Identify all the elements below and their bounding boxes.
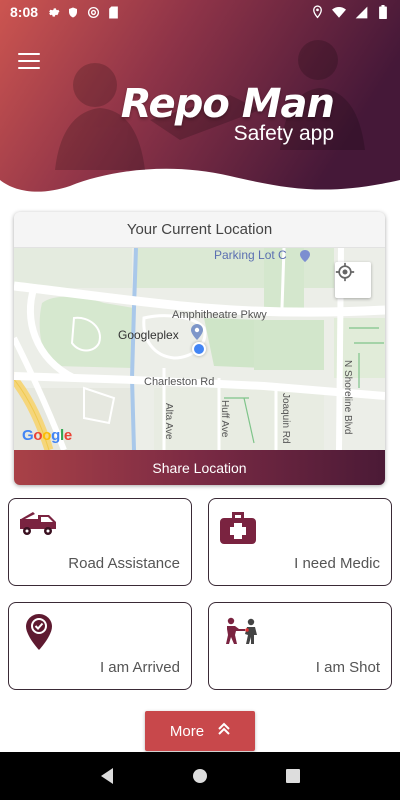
- hamburger-menu-button[interactable]: [16, 50, 42, 72]
- recents-icon: [286, 769, 301, 783]
- map-label-joaquin: Joaquin Rd: [280, 393, 291, 444]
- first-aid-kit-icon: [219, 511, 257, 550]
- my-location-button[interactable]: [335, 262, 371, 298]
- google-logo-letter: G: [22, 427, 34, 444]
- map-pin-check-icon: [25, 613, 53, 656]
- back-button[interactable]: [87, 756, 127, 796]
- google-logo-letter: g: [51, 427, 60, 444]
- home-icon: [192, 769, 207, 783]
- shot-label: I am Shot: [315, 659, 380, 676]
- recents-button[interactable]: [273, 756, 313, 796]
- home-button[interactable]: [180, 756, 220, 796]
- menu-line: [18, 67, 40, 69]
- shot-card[interactable]: I am Shot: [208, 602, 392, 690]
- more-button[interactable]: More: [145, 711, 255, 751]
- medic-card[interactable]: I need Medic: [208, 498, 392, 586]
- medic-label: I need Medic: [294, 555, 380, 572]
- location-card-title: Your Current Location: [14, 212, 385, 248]
- map-label-huff: Huff Ave: [219, 400, 230, 438]
- battery-icon: [376, 5, 390, 19]
- shield-icon: [66, 5, 80, 19]
- app-screen: Repo Man Safety app 8:08 Your Current Lo…: [0, 0, 400, 800]
- crosshair-icon: [335, 262, 355, 282]
- map-label-shoreline: N Shoreline Blvd: [342, 360, 353, 435]
- google-logo: Google: [22, 427, 72, 444]
- arrived-card[interactable]: I am Arrived: [8, 602, 192, 690]
- location-pin-icon: [310, 5, 324, 19]
- google-logo-letter: e: [63, 427, 72, 444]
- map-view[interactable]: Parking Lot C Amphitheatre Pkwy Googlepl…: [14, 248, 385, 450]
- sd-card-icon: [106, 5, 120, 19]
- back-icon: [100, 768, 113, 784]
- map-label-charleston: Charleston Rd: [144, 376, 215, 388]
- tow-truck-icon: [19, 511, 59, 542]
- google-logo-letter: o: [42, 427, 52, 444]
- map-label-parking: Parking Lot C: [214, 248, 287, 262]
- map-label-amphitheatre: Amphitheatre Pkwy: [172, 309, 267, 321]
- gear-icon: [46, 5, 60, 19]
- google-logo-letter: o: [33, 427, 43, 444]
- map-label-alta: Alta Ave: [163, 403, 174, 440]
- app-brand: Repo Man Safety app: [120, 81, 335, 146]
- location-card: Your Current Location Parking Lot C Amph…: [14, 212, 385, 485]
- app-title: Repo Man: [120, 81, 335, 127]
- status-bar: 8:08: [0, 0, 400, 24]
- more-button-label: More: [169, 722, 205, 740]
- arrived-label: I am Arrived: [99, 659, 180, 676]
- app-header: Repo Man Safety app: [0, 0, 400, 200]
- map-label-googleplex: Googleplex: [118, 328, 179, 342]
- road-assistance-card[interactable]: Road Assistance: [8, 498, 192, 586]
- menu-line: [18, 53, 40, 55]
- status-time: 8:08: [10, 4, 39, 20]
- road-assistance-label: Road Assistance: [68, 555, 180, 572]
- at-icon: [86, 5, 100, 19]
- share-location-button[interactable]: Share Location: [14, 450, 385, 485]
- shooter-icon: [223, 617, 259, 650]
- map-poi-pin-icon: [300, 250, 310, 262]
- signal-icon: [354, 5, 368, 19]
- current-location-dot: [192, 342, 206, 356]
- menu-line: [18, 60, 40, 62]
- system-nav-bar: [0, 752, 400, 800]
- double-chevron-up-icon: [218, 722, 230, 740]
- wifi-icon: [332, 5, 346, 19]
